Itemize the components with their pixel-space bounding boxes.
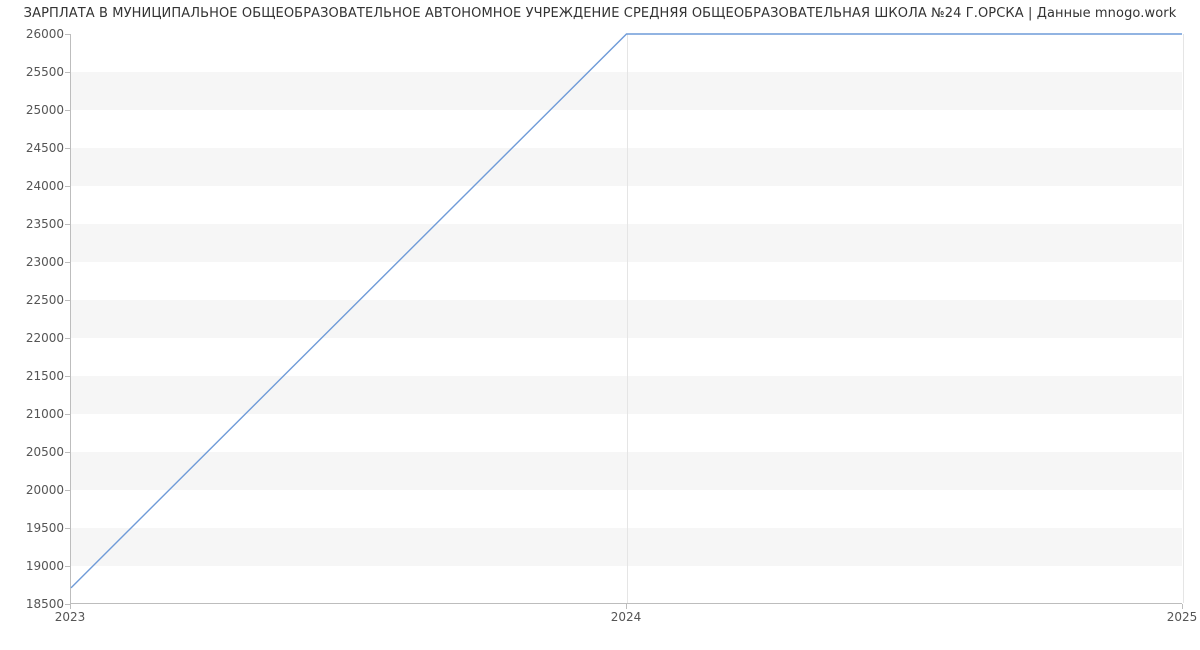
y-tick-mark [65, 262, 70, 263]
y-tick-mark [65, 338, 70, 339]
x-tick-mark [1182, 604, 1183, 609]
y-tick-label: 19000 [8, 559, 64, 573]
y-tick-mark [65, 224, 70, 225]
y-tick-label: 21500 [8, 369, 64, 383]
y-tick-mark [65, 376, 70, 377]
y-tick-mark [65, 34, 70, 35]
salary-line-chart: ЗАРПЛАТА В МУНИЦИПАЛЬНОЕ ОБЩЕОБРАЗОВАТЕЛ… [0, 0, 1200, 650]
y-tick-mark [65, 528, 70, 529]
y-tick-label: 20000 [8, 483, 64, 497]
x-tick-label: 2024 [611, 610, 642, 624]
y-tick-mark [65, 72, 70, 73]
plot-area [70, 34, 1182, 604]
y-tick-mark [65, 490, 70, 491]
y-tick-label: 18500 [8, 597, 64, 611]
y-tick-mark [65, 452, 70, 453]
y-tick-label: 23000 [8, 255, 64, 269]
y-tick-label: 24500 [8, 141, 64, 155]
y-tick-mark [65, 566, 70, 567]
y-tick-label: 26000 [8, 27, 64, 41]
y-tick-mark [65, 148, 70, 149]
chart-title: ЗАРПЛАТА В МУНИЦИПАЛЬНОЕ ОБЩЕОБРАЗОВАТЕЛ… [0, 6, 1200, 21]
y-tick-label: 22500 [8, 293, 64, 307]
series-path [71, 34, 1182, 588]
gridline-vertical [1183, 34, 1184, 603]
y-tick-label: 20500 [8, 445, 64, 459]
y-tick-mark [65, 300, 70, 301]
line-svg [71, 34, 1182, 603]
y-tick-label: 24000 [8, 179, 64, 193]
x-tick-label: 2023 [55, 610, 86, 624]
y-tick-label: 25000 [8, 103, 64, 117]
y-tick-mark [65, 414, 70, 415]
y-tick-label: 25500 [8, 65, 64, 79]
y-tick-label: 19500 [8, 521, 64, 535]
x-tick-mark [70, 604, 71, 609]
y-tick-mark [65, 186, 70, 187]
x-tick-label: 2025 [1167, 610, 1198, 624]
x-tick-mark [626, 604, 627, 609]
y-tick-label: 22000 [8, 331, 64, 345]
y-tick-label: 23500 [8, 217, 64, 231]
y-tick-label: 21000 [8, 407, 64, 421]
y-tick-mark [65, 110, 70, 111]
